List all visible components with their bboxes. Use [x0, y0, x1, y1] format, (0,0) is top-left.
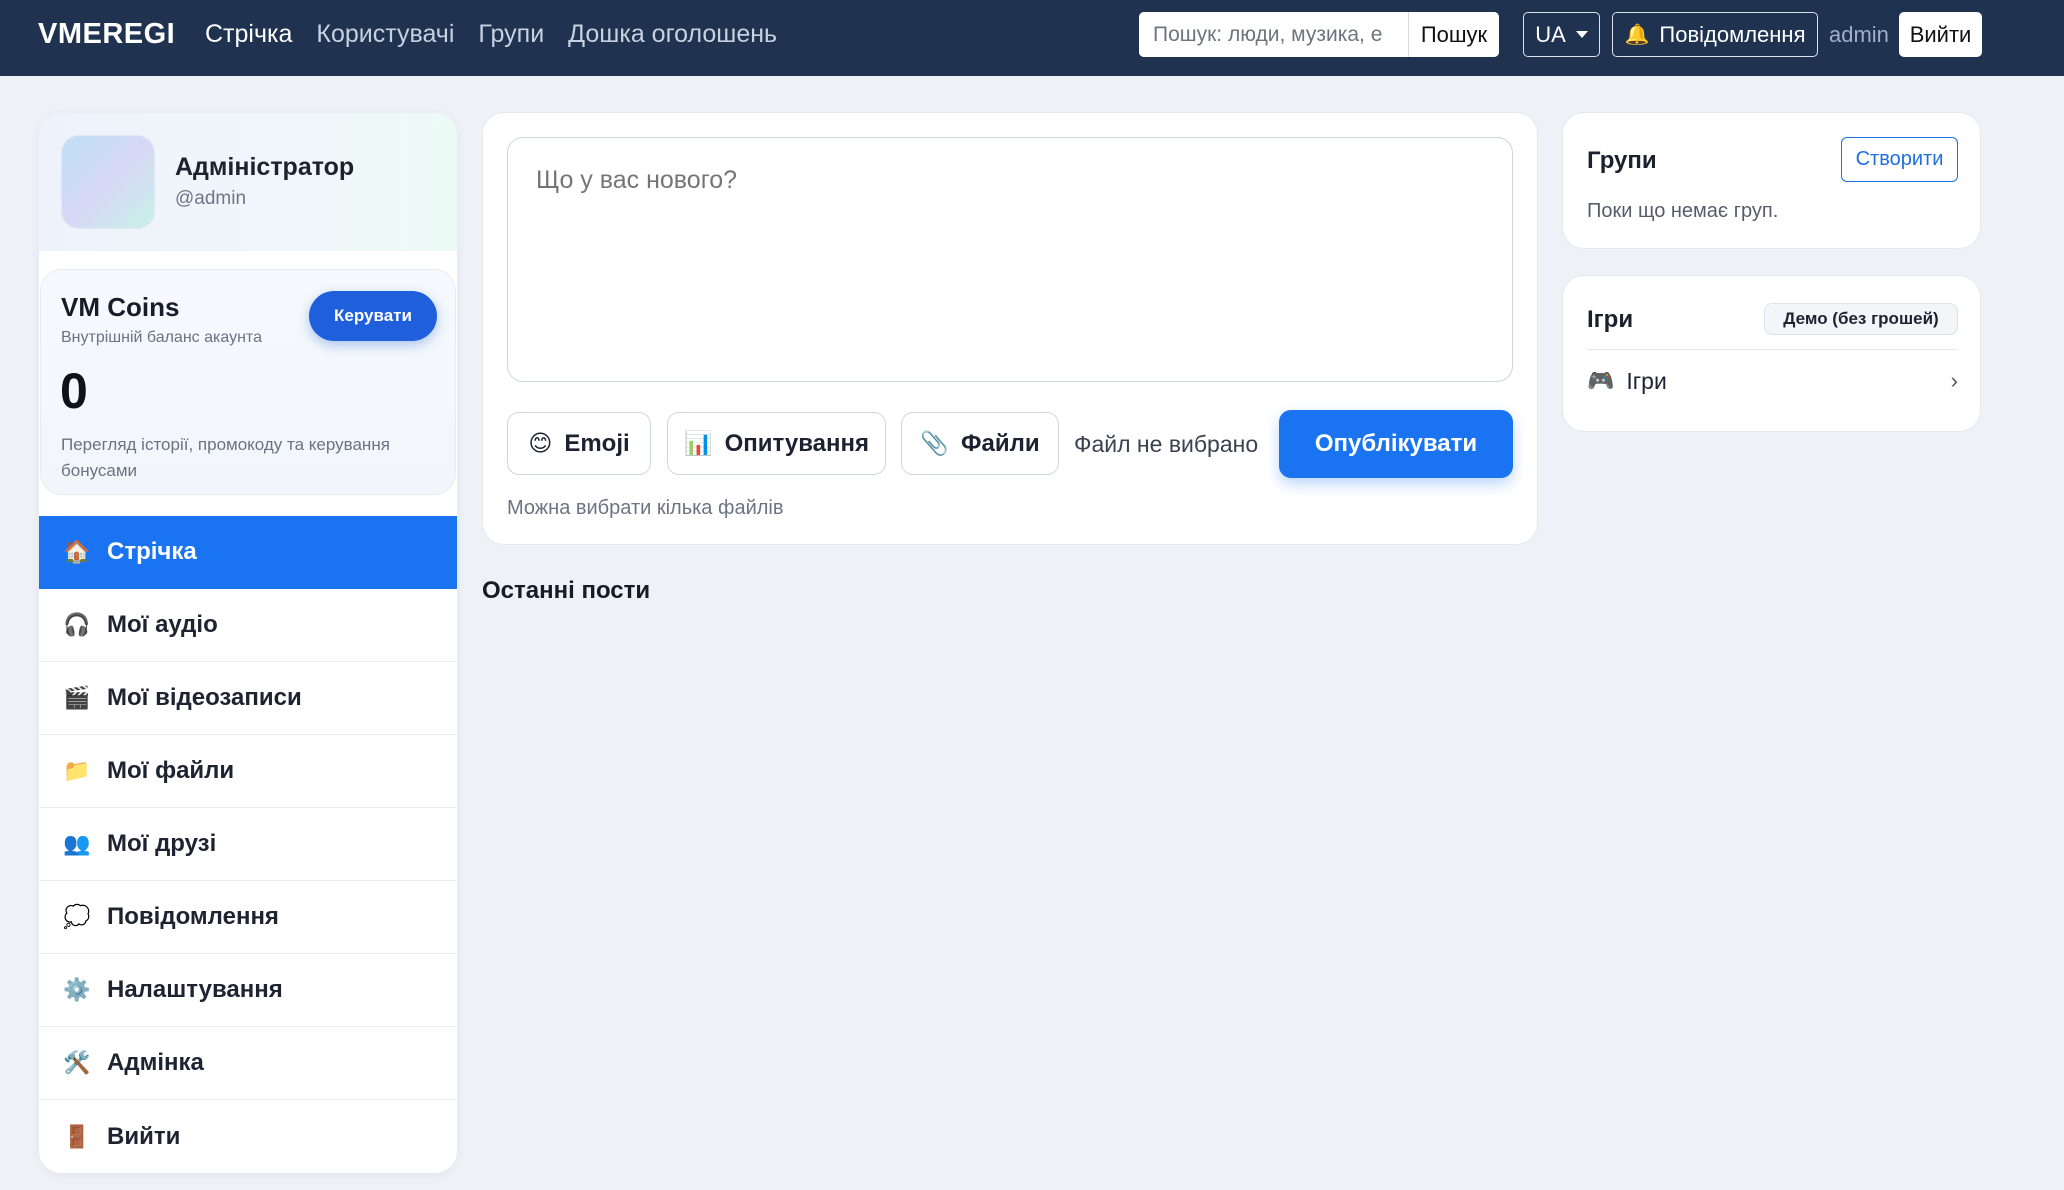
sidebar-item-label: Мої аудіо	[107, 611, 218, 638]
post-composer: 😊 Emoji 📊 Опитування 📎 Файли Файл не виб…	[482, 112, 1538, 545]
profile-name: Адміністратор	[175, 153, 355, 181]
sidebar-item-friends[interactable]: 👥 Мої друзі	[39, 808, 457, 881]
bell-icon: 🔔	[1624, 24, 1650, 46]
paperclip-icon: 📎	[920, 430, 950, 456]
door-icon: 🚪	[63, 1123, 91, 1149]
bar-chart-icon: 📊	[683, 430, 713, 456]
post-textarea[interactable]	[507, 137, 1513, 382]
gear-icon: ⚙️	[63, 977, 91, 1002]
groups-card: Групи Створити Поки що немає груп.	[1562, 112, 1981, 249]
emoji-button[interactable]: 😊 Emoji	[507, 412, 651, 475]
files-button-label: Файли	[961, 429, 1040, 457]
nav-link-groups[interactable]: Групи	[478, 20, 544, 49]
profile-handle: @admin	[175, 188, 247, 209]
search-input[interactable]	[1139, 12, 1409, 57]
sidebar-item-label: Мої файли	[107, 757, 235, 784]
sidebar-item-logout[interactable]: 🚪 Вийти	[39, 1100, 457, 1173]
sidebar-item-feed[interactable]: 🏠 Стрічка	[39, 516, 457, 589]
sidebar-menu: 🏠 Стрічка 🎧 Мої аудіо 🎬 Мої відеозаписи …	[39, 516, 457, 1173]
chevron-right-icon: ›	[1950, 368, 1958, 393]
coins-subtitle: Внутрішній баланс акаунта	[61, 329, 262, 346]
nav-link-feed[interactable]: Стрічка	[205, 20, 292, 49]
search-form: Пошук	[1139, 12, 1499, 57]
sidebar-item-label: Налаштування	[107, 976, 283, 1003]
games-title: Ігри	[1587, 306, 1634, 333]
poll-button-label: Опитування	[724, 429, 870, 457]
divider	[1587, 349, 1958, 350]
sidebar-item-label: Вийти	[107, 1122, 181, 1150]
main-nav: Стрічка Користувачі Групи Дошка оголошен…	[205, 20, 777, 49]
sidebar-item-files[interactable]: 📁 Мої файли	[39, 735, 457, 808]
nav-link-users[interactable]: Користувачі	[316, 20, 454, 49]
sidebar-item-admin[interactable]: 🛠️ Адмінка	[39, 1027, 457, 1100]
coins-card: VM Coins Внутрішній баланс акаунта Керув…	[40, 269, 456, 495]
sidebar-item-label: Мої відеозаписи	[107, 684, 302, 711]
games-card: Ігри Демо (без грошей) 🎮 Ігри ›	[1562, 275, 1981, 432]
profile-header[interactable]: Адміністратор @admin	[39, 113, 457, 251]
nav-link-board[interactable]: Дошка оголошень	[568, 20, 777, 49]
folder-icon: 📁	[63, 758, 91, 783]
games-link[interactable]: 🎮 Ігри ›	[1587, 361, 1958, 401]
clapper-icon: 🎬	[63, 685, 91, 710]
search-button[interactable]: Пошук	[1409, 12, 1499, 57]
sidebar-item-audio[interactable]: 🎧 Мої аудіо	[39, 589, 457, 662]
logout-button[interactable]: Вийти	[1899, 12, 1982, 57]
language-label: UA	[1535, 21, 1566, 47]
notifications-button[interactable]: 🔔 Повідомлення	[1612, 12, 1818, 57]
sidebar-item-label: Стрічка	[107, 538, 197, 565]
avatar[interactable]	[61, 135, 155, 229]
coins-balance: 0	[60, 363, 88, 419]
top-navbar: VMEREGI Стрічка Користувачі Групи Дошка …	[0, 0, 2064, 76]
left-sidebar: Адміністратор @admin VM Coins Внутрішній…	[39, 113, 457, 1173]
language-dropdown[interactable]: UA	[1523, 12, 1600, 57]
friends-icon: 👥	[63, 831, 91, 856]
create-group-button[interactable]: Створити	[1841, 137, 1958, 182]
publish-button[interactable]: Опублікувати	[1279, 410, 1513, 478]
groups-empty-text: Поки що немає груп.	[1587, 200, 1779, 222]
sidebar-item-label: Повідомлення	[107, 903, 279, 930]
sidebar-item-label: Адмінка	[107, 1049, 204, 1076]
games-link-label: Ігри	[1626, 367, 1667, 394]
coins-title: VM Coins	[61, 292, 180, 322]
demo-badge: Демо (без грошей)	[1764, 303, 1958, 335]
home-icon: 🏠	[63, 539, 91, 564]
gamepad-icon: 🎮	[1587, 368, 1615, 393]
poll-button[interactable]: 📊 Опитування	[667, 412, 886, 475]
notifications-label: Повідомлення	[1659, 21, 1806, 47]
smile-icon: 😊	[528, 430, 553, 456]
sidebar-item-videos[interactable]: 🎬 Мої відеозаписи	[39, 662, 457, 735]
sidebar-item-settings[interactable]: ⚙️ Налаштування	[39, 954, 457, 1027]
manage-coins-button[interactable]: Керувати	[309, 291, 437, 341]
brand-logo[interactable]: VMEREGI	[38, 18, 175, 51]
files-button[interactable]: 📎 Файли	[901, 412, 1059, 475]
emoji-button-label: Emoji	[564, 429, 630, 457]
headphones-icon: 🎧	[63, 612, 91, 637]
tools-icon: 🛠️	[63, 1050, 91, 1075]
chat-bubble-icon: 💭	[63, 904, 91, 929]
file-status: Файл не вибрано	[1074, 431, 1259, 457]
coins-description: Перегляд історії, промокоду та керування…	[61, 435, 390, 480]
sidebar-item-messages[interactable]: 💭 Повідомлення	[39, 881, 457, 954]
files-hint: Можна вибрати кілька файлів	[507, 497, 784, 519]
current-username: admin	[1829, 22, 1889, 47]
recent-posts-title: Останні пости	[482, 577, 651, 604]
groups-title: Групи	[1587, 147, 1657, 174]
caret-down-icon	[1575, 31, 1588, 38]
sidebar-item-label: Мої друзі	[107, 830, 217, 857]
